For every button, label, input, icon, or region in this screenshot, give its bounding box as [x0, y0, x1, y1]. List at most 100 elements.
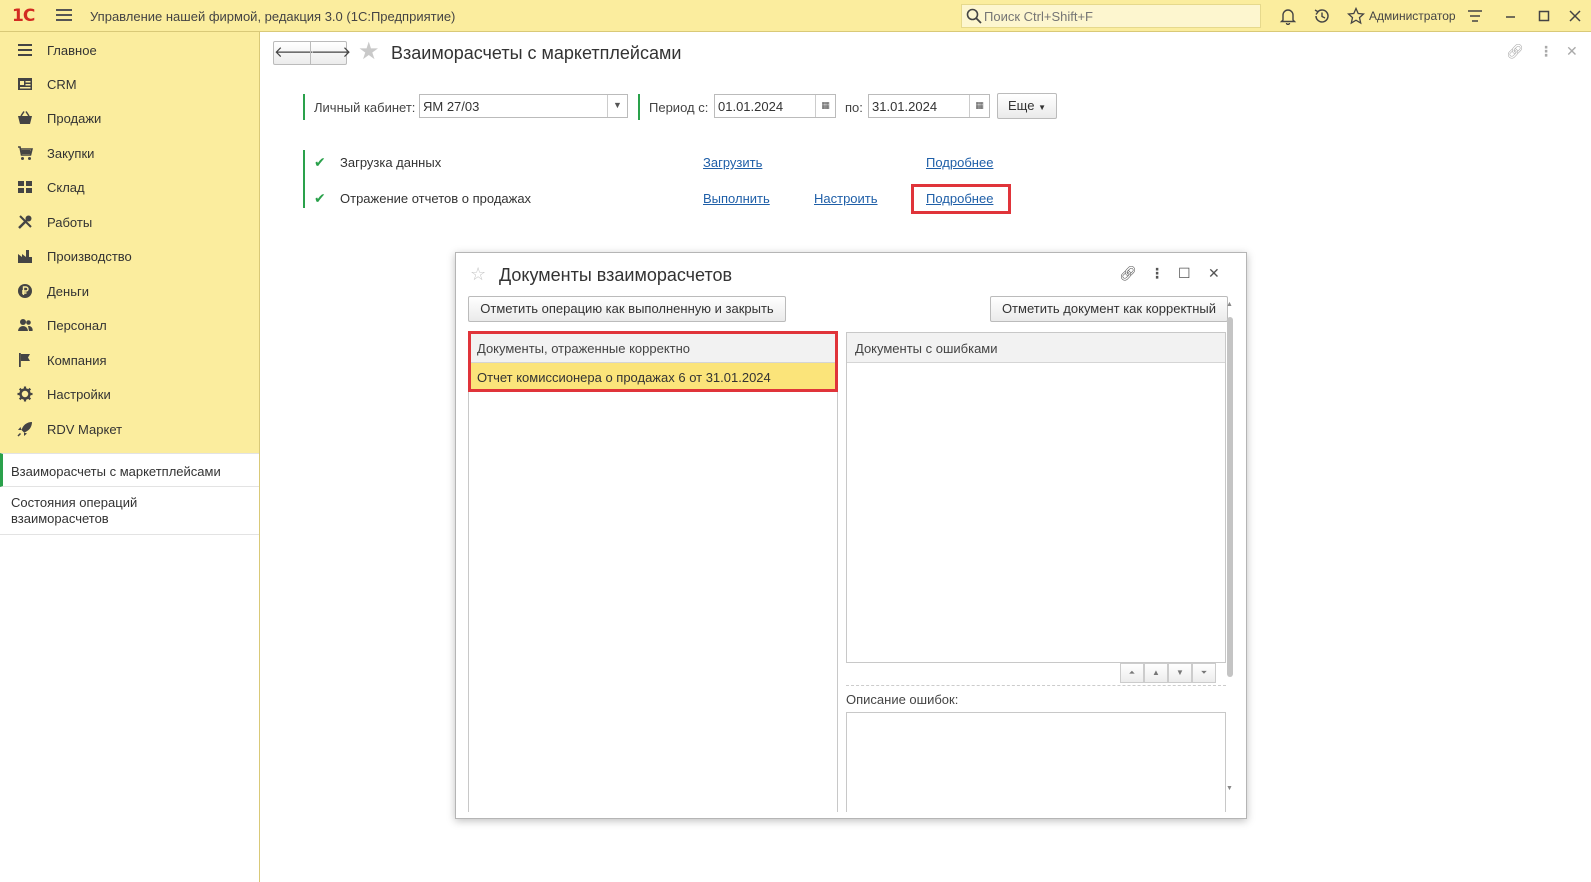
command-label: Взаиморасчеты с маркетплейсами — [11, 464, 221, 479]
correct-documents-table[interactable]: Документы, отраженные корректно Отчет ко… — [468, 332, 838, 812]
sidebar-item-money[interactable]: Деньги — [0, 274, 260, 308]
link-icon[interactable]: 🔗︎ — [1119, 265, 1137, 282]
command-settlement-states[interactable]: Состояния операций взаиморасчетов — [0, 487, 259, 535]
more-actions-icon[interactable]: ⋮ — [1539, 43, 1553, 60]
move-bottom-icon[interactable]: ⏷ — [1192, 663, 1216, 683]
minimize-icon[interactable] — [1502, 7, 1520, 25]
errors-desc-field[interactable] — [846, 712, 1226, 812]
maximize-icon[interactable]: ☐ — [1178, 265, 1191, 282]
sidebar-item-label: RDV Маркет — [47, 422, 123, 437]
load-link[interactable]: Загрузить — [703, 155, 762, 170]
app-logo: 1С — [12, 6, 35, 26]
people-icon — [18, 319, 33, 331]
settings-lines-icon[interactable] — [1466, 7, 1484, 25]
sidebar-item-label: Производство — [47, 249, 132, 264]
basket-icon — [18, 111, 32, 124]
more-button[interactable]: Еще ▼ — [997, 93, 1057, 119]
more-actions-icon[interactable]: ⋮ — [1150, 265, 1164, 282]
section-commands-panel: Взаиморасчеты с маркетплейсами Состояния… — [0, 453, 259, 882]
flag-icon — [19, 353, 30, 367]
dropdown-icon[interactable]: ▼ — [607, 95, 627, 117]
ruble-icon — [18, 284, 32, 298]
list-icon — [18, 44, 32, 56]
calendar-icon[interactable]: ▦ — [815, 95, 835, 117]
sidebar-item-crm[interactable]: CRM — [0, 67, 260, 101]
title-bar: 1С Управление нашей фирмой, редакция 3.0… — [0, 0, 1591, 32]
sidebar-item-label: Закупки — [47, 146, 95, 161]
sidebar-item-personnel[interactable]: Персонал — [0, 308, 260, 342]
period-from-field[interactable]: ▦ — [714, 94, 836, 118]
table-nav-bar: ⏶ ▲ ▼ ⏷ — [846, 663, 1226, 686]
sidebar-item-rdv-market[interactable]: RDV Маркет — [0, 412, 260, 446]
cabinet-filter: Личный кабинет: ▼ — [303, 94, 633, 120]
mark-done-close-button[interactable]: Отметить операцию как выполненную и закр… — [468, 296, 786, 322]
crm-icon — [18, 78, 32, 90]
sidebar: Главное CRM Продажи Закупки Склад Работы… — [0, 32, 260, 882]
command-marketplace-settlements[interactable]: Взаиморасчеты с маркетплейсами — [0, 453, 259, 487]
chevron-down-icon: ▼ — [1038, 103, 1046, 112]
period-to-field[interactable]: ▦ — [868, 94, 990, 118]
gear-icon — [17, 386, 33, 402]
forward-button[interactable]: 🡒 — [311, 42, 351, 64]
errors-desc-label: Описание ошибок: — [846, 692, 959, 707]
link-icon[interactable]: 🔗︎ — [1506, 43, 1524, 60]
sidebar-item-label: CRM — [47, 77, 77, 92]
command-label: Состояния операций взаиморасчетов — [11, 495, 138, 526]
operations-group-line — [303, 150, 305, 208]
settlement-documents-dialog: ☆ Документы взаиморасчетов 🔗︎ ⋮ ☐ ✕ Отме… — [455, 252, 1247, 819]
sidebar-item-company[interactable]: Компания — [0, 343, 260, 377]
history-icon[interactable] — [1313, 7, 1331, 25]
app-title: Управление нашей фирмой, редакция 3.0 (1… — [90, 9, 456, 24]
sidebar-item-warehouse[interactable]: Склад — [0, 170, 260, 204]
calendar-icon[interactable]: ▦ — [969, 95, 989, 117]
cabinet-label: Личный кабинет: — [314, 100, 416, 115]
cabinet-field[interactable]: ▼ — [419, 94, 628, 118]
dialog-scrollbar[interactable]: ▲ ▼ — [1225, 301, 1235, 801]
sidebar-item-settings[interactable]: Настройки — [0, 377, 260, 411]
sidebar-item-label: Склад — [47, 180, 85, 195]
history-nav: 🡐 🡒 — [273, 41, 351, 65]
move-down-icon[interactable]: ▼ — [1168, 663, 1192, 683]
period-from-input[interactable] — [718, 98, 814, 114]
mark-correct-button[interactable]: Отметить документ как корректный — [990, 296, 1228, 322]
rocket-icon — [17, 422, 32, 437]
sidebar-item-main[interactable]: Главное — [0, 33, 260, 67]
scroll-thumb[interactable] — [1227, 317, 1233, 677]
close-icon[interactable] — [1566, 7, 1584, 25]
page-title: Взаиморасчеты с маркетплейсами — [391, 43, 682, 63]
favorite-star-icon[interactable]: ☆ — [470, 264, 486, 285]
menu-icon[interactable] — [56, 9, 72, 22]
favorite-star-icon[interactable]: ★ — [358, 40, 380, 64]
tools-icon — [18, 215, 32, 229]
more-button-label: Еще — [1008, 98, 1035, 113]
close-icon[interactable]: ✕ — [1208, 265, 1220, 282]
sidebar-item-label: Деньги — [47, 284, 89, 299]
move-top-icon[interactable]: ⏶ — [1120, 663, 1144, 683]
search-icon — [966, 8, 982, 24]
sidebar-item-production[interactable]: Производство — [0, 239, 260, 273]
form-close-icon[interactable]: ✕ — [1566, 43, 1578, 60]
user-name[interactable]: Администратор — [1369, 9, 1456, 23]
check-icon: ✔ — [314, 190, 326, 206]
cabinet-input[interactable] — [423, 98, 603, 114]
sidebar-item-sales[interactable]: Продажи — [0, 101, 260, 135]
highlight-frame — [911, 184, 1011, 214]
maximize-icon[interactable] — [1535, 7, 1553, 25]
configure-link[interactable]: Настроить — [814, 191, 878, 206]
move-up-icon[interactable]: ▲ — [1144, 663, 1168, 683]
sidebar-item-works[interactable]: Работы — [0, 205, 260, 239]
sidebar-item-purchases[interactable]: Закупки — [0, 136, 260, 170]
period-to-input[interactable] — [872, 98, 968, 114]
global-search[interactable] — [961, 4, 1261, 28]
scroll-up-icon[interactable]: ▲ — [1226, 301, 1233, 308]
scroll-down-icon[interactable]: ▼ — [1226, 785, 1233, 792]
details-link[interactable]: Подробнее — [926, 155, 993, 170]
back-button[interactable]: 🡐 — [274, 42, 314, 64]
favorites-icon[interactable] — [1347, 7, 1365, 25]
search-input[interactable] — [984, 7, 1254, 25]
execute-link[interactable]: Выполнить — [703, 191, 770, 206]
sidebar-item-label: Работы — [47, 215, 93, 230]
factory-icon — [18, 250, 32, 263]
error-documents-table[interactable]: Документы с ошибками — [846, 332, 1226, 663]
bell-icon[interactable] — [1279, 7, 1297, 25]
